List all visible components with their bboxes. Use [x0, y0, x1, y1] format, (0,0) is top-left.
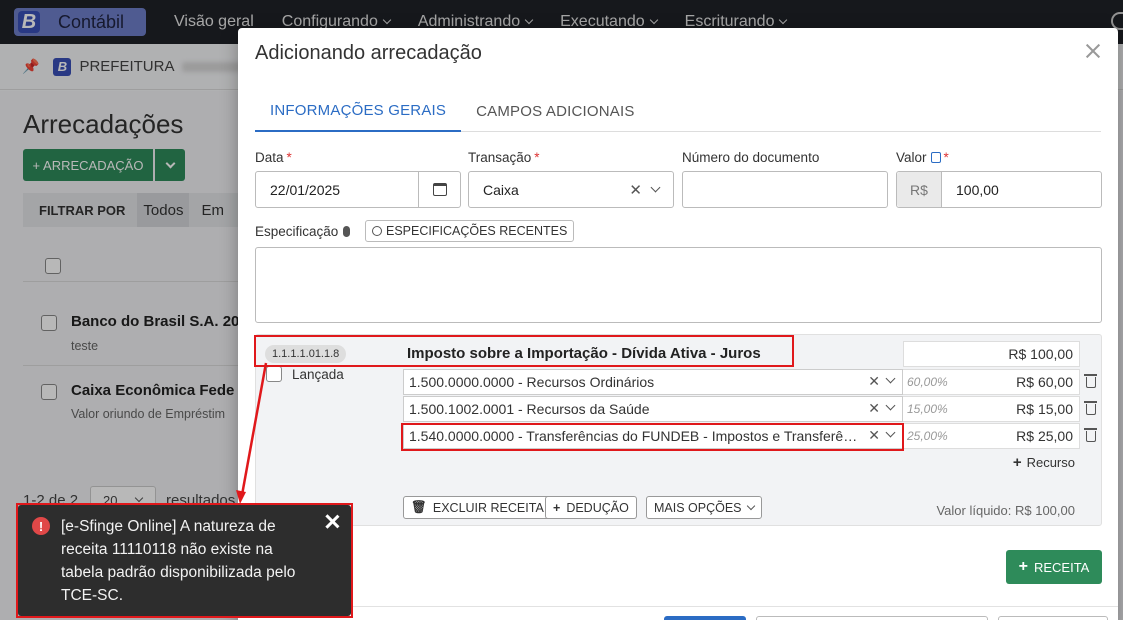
receita-total[interactable]: R$ 100,00 [903, 341, 1080, 367]
trash-icon[interactable] [1084, 428, 1097, 442]
deducao-button[interactable]: + DEDUÇÃO [545, 496, 637, 519]
plus-icon: + [1012, 454, 1022, 471]
numero-documento-field[interactable] [682, 171, 888, 208]
tab-campos-adicionais[interactable]: CAMPOS ADICIONAIS [461, 90, 649, 132]
add-arrecadacao-modal: Adicionando arrecadação INFORMAÇÕES GERA… [238, 28, 1118, 620]
footer-cancel-button[interactable] [998, 616, 1108, 620]
trash-icon[interactable] [1084, 374, 1097, 388]
modal-tabs: INFORMAÇÕES GERAIS CAMPOS ADICIONAIS [255, 90, 1101, 132]
trash-icon: 🗑 [411, 500, 427, 514]
clock-icon [372, 226, 382, 236]
especificacao-label: Especificação [255, 224, 351, 239]
chevron-down-icon [650, 182, 661, 193]
footer-primary-button[interactable] [664, 616, 746, 620]
clear-icon[interactable]: ✕ [868, 400, 880, 417]
highlight-box-recurso [401, 423, 904, 451]
recurso-select[interactable]: 1.500.1002.0001 - Recursos da Saúde ✕ [403, 396, 903, 422]
microphone-icon[interactable] [343, 226, 351, 237]
currency-prefix: R$ [897, 172, 942, 207]
data-field[interactable]: 22/01/2025 [255, 171, 461, 208]
add-recurso-button[interactable]: + Recurso [1013, 454, 1075, 471]
recurso-value-cell[interactable]: 25,00% R$ 25,00 [903, 423, 1080, 449]
mais-opcoes-button[interactable]: MAIS OPÇÕES [646, 496, 762, 519]
close-icon[interactable] [1084, 42, 1102, 60]
valor-field[interactable]: R$ 100,00 [896, 171, 1102, 208]
recurso-row: 1.500.1002.0001 - Recursos da Saúde ✕ 15… [403, 396, 1080, 422]
recurso-value-cell[interactable]: 60,00% R$ 60,00 [903, 369, 1080, 395]
numero-documento-label: Número do documento [682, 150, 820, 165]
recurso-row: 1.500.0000.0000 - Recursos Ordinários ✕ … [403, 369, 1080, 395]
modal-title: Adicionando arrecadação [255, 42, 482, 64]
transacao-label: Transação * [468, 150, 540, 165]
footer-divider [238, 606, 1118, 607]
valor-label: Valor * [896, 150, 949, 165]
especificacao-textarea[interactable] [255, 247, 1102, 323]
footer-secondary-button[interactable] [756, 616, 988, 620]
excluir-receita-button[interactable]: 🗑 EXCLUIR RECEITA [403, 496, 552, 519]
recurso-select[interactable]: 1.500.0000.0000 - Recursos Ordinários ✕ [403, 369, 903, 395]
plus-icon: + [1018, 558, 1028, 575]
plus-icon: + [553, 500, 561, 515]
valor-liquido: Valor líquido: R$ 100,00 [936, 503, 1075, 518]
recurso-value-cell[interactable]: 15,00% R$ 15,00 [903, 396, 1080, 422]
add-receita-button[interactable]: + RECEITA [1006, 550, 1102, 584]
lancada-checkbox[interactable]: Lançada [266, 366, 344, 382]
data-label: Data * [255, 150, 292, 165]
chevron-down-icon [885, 373, 896, 384]
highlight-box-receita [254, 335, 794, 367]
especificacoes-recentes-button[interactable]: ESPECIFICAÇÕES RECENTES [365, 220, 575, 242]
clear-icon[interactable]: ✕ [629, 181, 642, 199]
transacao-select[interactable]: Caixa ✕ [468, 171, 674, 208]
chevron-down-icon [885, 400, 896, 411]
highlight-box-toast [16, 503, 353, 618]
clear-icon[interactable]: ✕ [868, 373, 880, 390]
trash-icon[interactable] [1084, 401, 1097, 415]
copy-icon[interactable] [930, 152, 941, 163]
chevron-down-icon [746, 501, 755, 510]
calendar-icon[interactable] [418, 172, 460, 207]
tab-informacoes-gerais[interactable]: INFORMAÇÕES GERAIS [255, 90, 462, 132]
